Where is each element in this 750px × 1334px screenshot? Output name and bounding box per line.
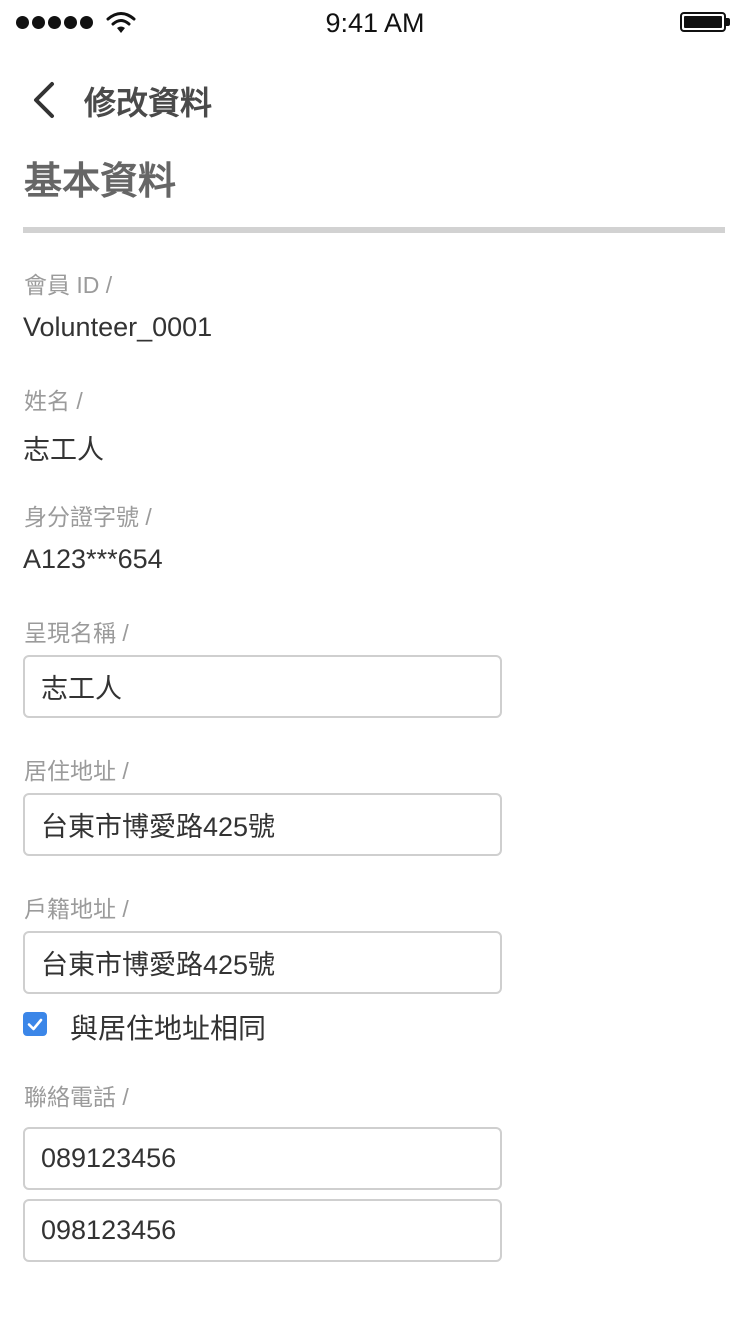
chevron-left-icon[interactable] — [28, 76, 68, 124]
name-label: 姓名 / — [24, 388, 83, 414]
section-divider — [23, 227, 725, 233]
same-address-label[interactable]: 與居住地址相同 — [70, 1007, 266, 1047]
display-name-label: 呈現名稱 / — [24, 620, 129, 646]
id-number-value: A123***654 — [23, 544, 163, 574]
member-id-label: 會員 ID / — [24, 272, 113, 298]
section-title: 基本資料 — [24, 161, 177, 203]
nav-title: 修改資料 — [84, 85, 213, 121]
residence-address-input[interactable] — [23, 793, 502, 856]
household-address-label: 戶籍地址 / — [24, 896, 129, 922]
status-time: 9:41 AM — [325, 8, 425, 38]
battery-icon — [680, 12, 730, 34]
name-value: 志工人 — [23, 435, 104, 465]
status-bar: 9:41 AM — [0, 0, 750, 48]
phone-input-1[interactable] — [23, 1127, 502, 1190]
display-name-input[interactable] — [23, 655, 502, 718]
residence-address-label: 居住地址 / — [24, 758, 129, 784]
same-address-checkbox[interactable] — [23, 1012, 47, 1036]
id-number-label: 身分證字號 / — [24, 504, 152, 530]
phone-label: 聯絡電話 / — [24, 1084, 129, 1110]
phone-input-2[interactable] — [23, 1199, 502, 1262]
household-address-input[interactable] — [23, 931, 502, 994]
checkmark-icon — [27, 1018, 43, 1031]
member-id-value: Volunteer_0001 — [23, 312, 213, 342]
